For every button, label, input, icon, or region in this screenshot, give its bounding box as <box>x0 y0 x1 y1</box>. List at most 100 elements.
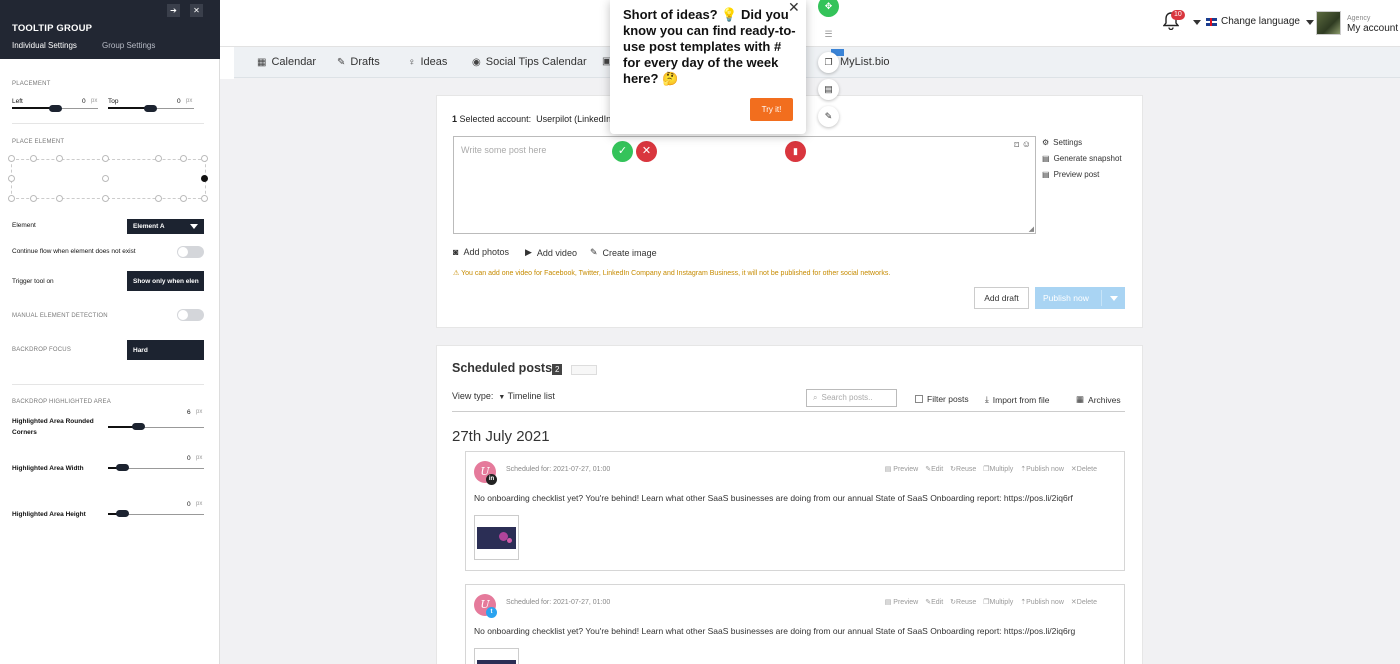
publish-options-caret-icon[interactable] <box>1110 296 1118 301</box>
list-item: U in Scheduled for: 2021-07-27, 01:00 ▤ … <box>465 451 1125 571</box>
filter-posts-checkbox[interactable]: Filter posts <box>915 394 969 404</box>
tab-mylist[interactable]: MyList.bio <box>840 56 890 68</box>
publish-now-action[interactable]: ⇡Publish now <box>1020 598 1064 606</box>
area-height-handle[interactable] <box>116 510 129 517</box>
edit-action[interactable]: ✎Edit <box>925 465 943 473</box>
delete-action[interactable]: ✕Delete <box>1071 465 1097 473</box>
archives-button[interactable]: ▦ Archives <box>1076 394 1121 405</box>
account-caret-icon[interactable] <box>1306 20 1314 25</box>
sliders-icon[interactable]: ☰ <box>818 24 839 45</box>
preview-post-link[interactable]: ▤ Preview post <box>1042 170 1099 179</box>
element-select[interactable]: Element A <box>127 219 204 234</box>
emoji-icon[interactable]: ☺ <box>1022 139 1031 149</box>
post-image-thumbnail[interactable] <box>474 515 519 560</box>
delete-action-label: Delete <box>1076 466 1097 473</box>
close-icon[interactable]: ✕ <box>190 4 203 17</box>
continue-flow-toggle[interactable] <box>177 246 204 258</box>
multiply-action[interactable]: ❐Multiply <box>983 465 1013 473</box>
arrow-right-icon[interactable]: ➔ <box>167 4 180 17</box>
manual-detection-toggle[interactable] <box>177 309 204 321</box>
tab-social-tips[interactable]: ◉ Social Tips Calendar <box>472 56 587 68</box>
tab-ideas[interactable]: ♀ Ideas <box>408 56 447 68</box>
place-bottom-left[interactable] <box>8 195 15 202</box>
trigger-select[interactable]: Show only when elen <box>127 271 204 291</box>
document-icon: ▤ <box>1042 154 1050 163</box>
post-image-thumbnail[interactable] <box>474 648 519 664</box>
language-selector[interactable]: Change language <box>1206 16 1300 27</box>
element-label: Element <box>12 222 36 229</box>
place-top-2[interactable] <box>56 155 63 162</box>
multiply-action[interactable]: ❐Multiply <box>983 598 1013 606</box>
view-type-value[interactable]: Timeline list <box>508 391 555 401</box>
place-top-left[interactable] <box>8 155 15 162</box>
post-schedule: Scheduled for: 2021-07-27, 01:00 <box>506 599 611 606</box>
video-warning-text: You can add one video for Facebook, Twit… <box>461 270 891 277</box>
twitter-icon: t <box>486 607 497 618</box>
film-icon[interactable]: ▤ <box>818 79 839 100</box>
import-from-file-button[interactable]: ⤓ Import from file <box>985 394 1049 405</box>
scheduled-progress <box>571 365 597 375</box>
place-bottom-right[interactable] <box>201 195 208 202</box>
copy-icon[interactable]: ❐ <box>818 52 839 73</box>
list-item: U t Scheduled for: 2021-07-27, 01:00 ▤ P… <box>465 584 1125 664</box>
publish-now-action[interactable]: ⇡Publish now <box>1020 465 1064 473</box>
bookmark-icon[interactable]: ⌑ <box>1014 140 1019 151</box>
place-middle-left[interactable] <box>8 175 15 182</box>
selected-account-name[interactable]: Userpilot (LinkedIn <box>536 114 611 124</box>
area-width-handle[interactable] <box>116 464 129 471</box>
publish-now-button[interactable]: Publish now <box>1035 287 1125 309</box>
preview-icon: ▤ <box>1042 170 1050 179</box>
create-image-button[interactable]: ✎ Create image <box>590 247 657 258</box>
place-bottom-2[interactable] <box>56 195 63 202</box>
tab-calendar[interactable]: ▦ Calendar <box>257 56 316 68</box>
archives-label: Archives <box>1088 394 1121 405</box>
search-posts-input[interactable]: ⌕ Search posts.. <box>806 389 897 407</box>
backdrop-focus-select[interactable]: Hard <box>127 340 204 360</box>
place-middle-center[interactable] <box>102 175 109 182</box>
account-avatar[interactable] <box>1316 11 1341 35</box>
place-middle-right[interactable] <box>201 175 208 182</box>
place-bottom-1[interactable] <box>30 195 37 202</box>
filter-checkbox-box[interactable] <box>915 395 923 403</box>
add-photos-button[interactable]: ◙ Add photos <box>453 247 509 257</box>
rounded-corners-handle[interactable] <box>132 423 145 430</box>
pin-icon[interactable]: ✎ <box>818 106 839 127</box>
delete-trash-icon[interactable]: ▮ <box>785 141 806 162</box>
settings-link[interactable]: ⚙ Settings <box>1042 138 1082 147</box>
left-slider-handle[interactable] <box>49 105 62 112</box>
language-caret-icon[interactable] <box>1193 20 1201 25</box>
add-draft-button[interactable]: Add draft <box>974 287 1029 309</box>
place-top-right[interactable] <box>201 155 208 162</box>
generate-snapshot-link[interactable]: ▤ Generate snapshot <box>1042 154 1122 163</box>
preview-action[interactable]: ▤ Preview <box>885 598 918 606</box>
place-bottom-center[interactable] <box>102 195 109 202</box>
delete-action[interactable]: ✕Delete <box>1071 598 1097 606</box>
reuse-action[interactable]: ↻Reuse <box>950 598 976 606</box>
place-bottom-4[interactable] <box>155 195 162 202</box>
add-video-button[interactable]: ▶ Add video <box>525 247 577 258</box>
place-top-center[interactable] <box>102 155 109 162</box>
tab-individual-settings[interactable]: Individual Settings <box>12 41 77 50</box>
try-it-button[interactable]: Try it! <box>750 98 793 121</box>
view-type-caret-icon[interactable]: ▼ <box>498 394 505 401</box>
place-top-4[interactable] <box>155 155 162 162</box>
top-slider-handle[interactable] <box>144 105 157 112</box>
my-account-link[interactable]: My account <box>1347 23 1398 34</box>
place-top-1[interactable] <box>30 155 37 162</box>
selected-account: 1 Selected account: Userpilot (LinkedIn <box>452 114 611 124</box>
selected-label: Selected account: <box>459 114 532 124</box>
tooltip-close-icon[interactable]: ✕ <box>788 0 800 16</box>
view-type: View type: ▼ Timeline list <box>452 391 555 401</box>
edit-action[interactable]: ✎Edit <box>925 598 943 606</box>
reuse-action[interactable]: ↻Reuse <box>950 465 976 473</box>
left-label: Left <box>12 98 23 105</box>
tooltip-text: Short of ideas? 💡 Did you know you can f… <box>623 7 796 86</box>
confirm-check-icon[interactable]: ✓ <box>612 141 633 162</box>
preview-action[interactable]: ▤ Preview <box>885 465 918 473</box>
tab-drafts[interactable]: ✎ Drafts <box>337 56 380 68</box>
tab-group-settings[interactable]: Group Settings <box>102 41 155 50</box>
place-top-5[interactable] <box>180 155 187 162</box>
resize-handle-icon[interactable]: ◢ <box>1029 225 1034 233</box>
place-bottom-5[interactable] <box>180 195 187 202</box>
cancel-x-icon[interactable]: ✕ <box>636 141 657 162</box>
